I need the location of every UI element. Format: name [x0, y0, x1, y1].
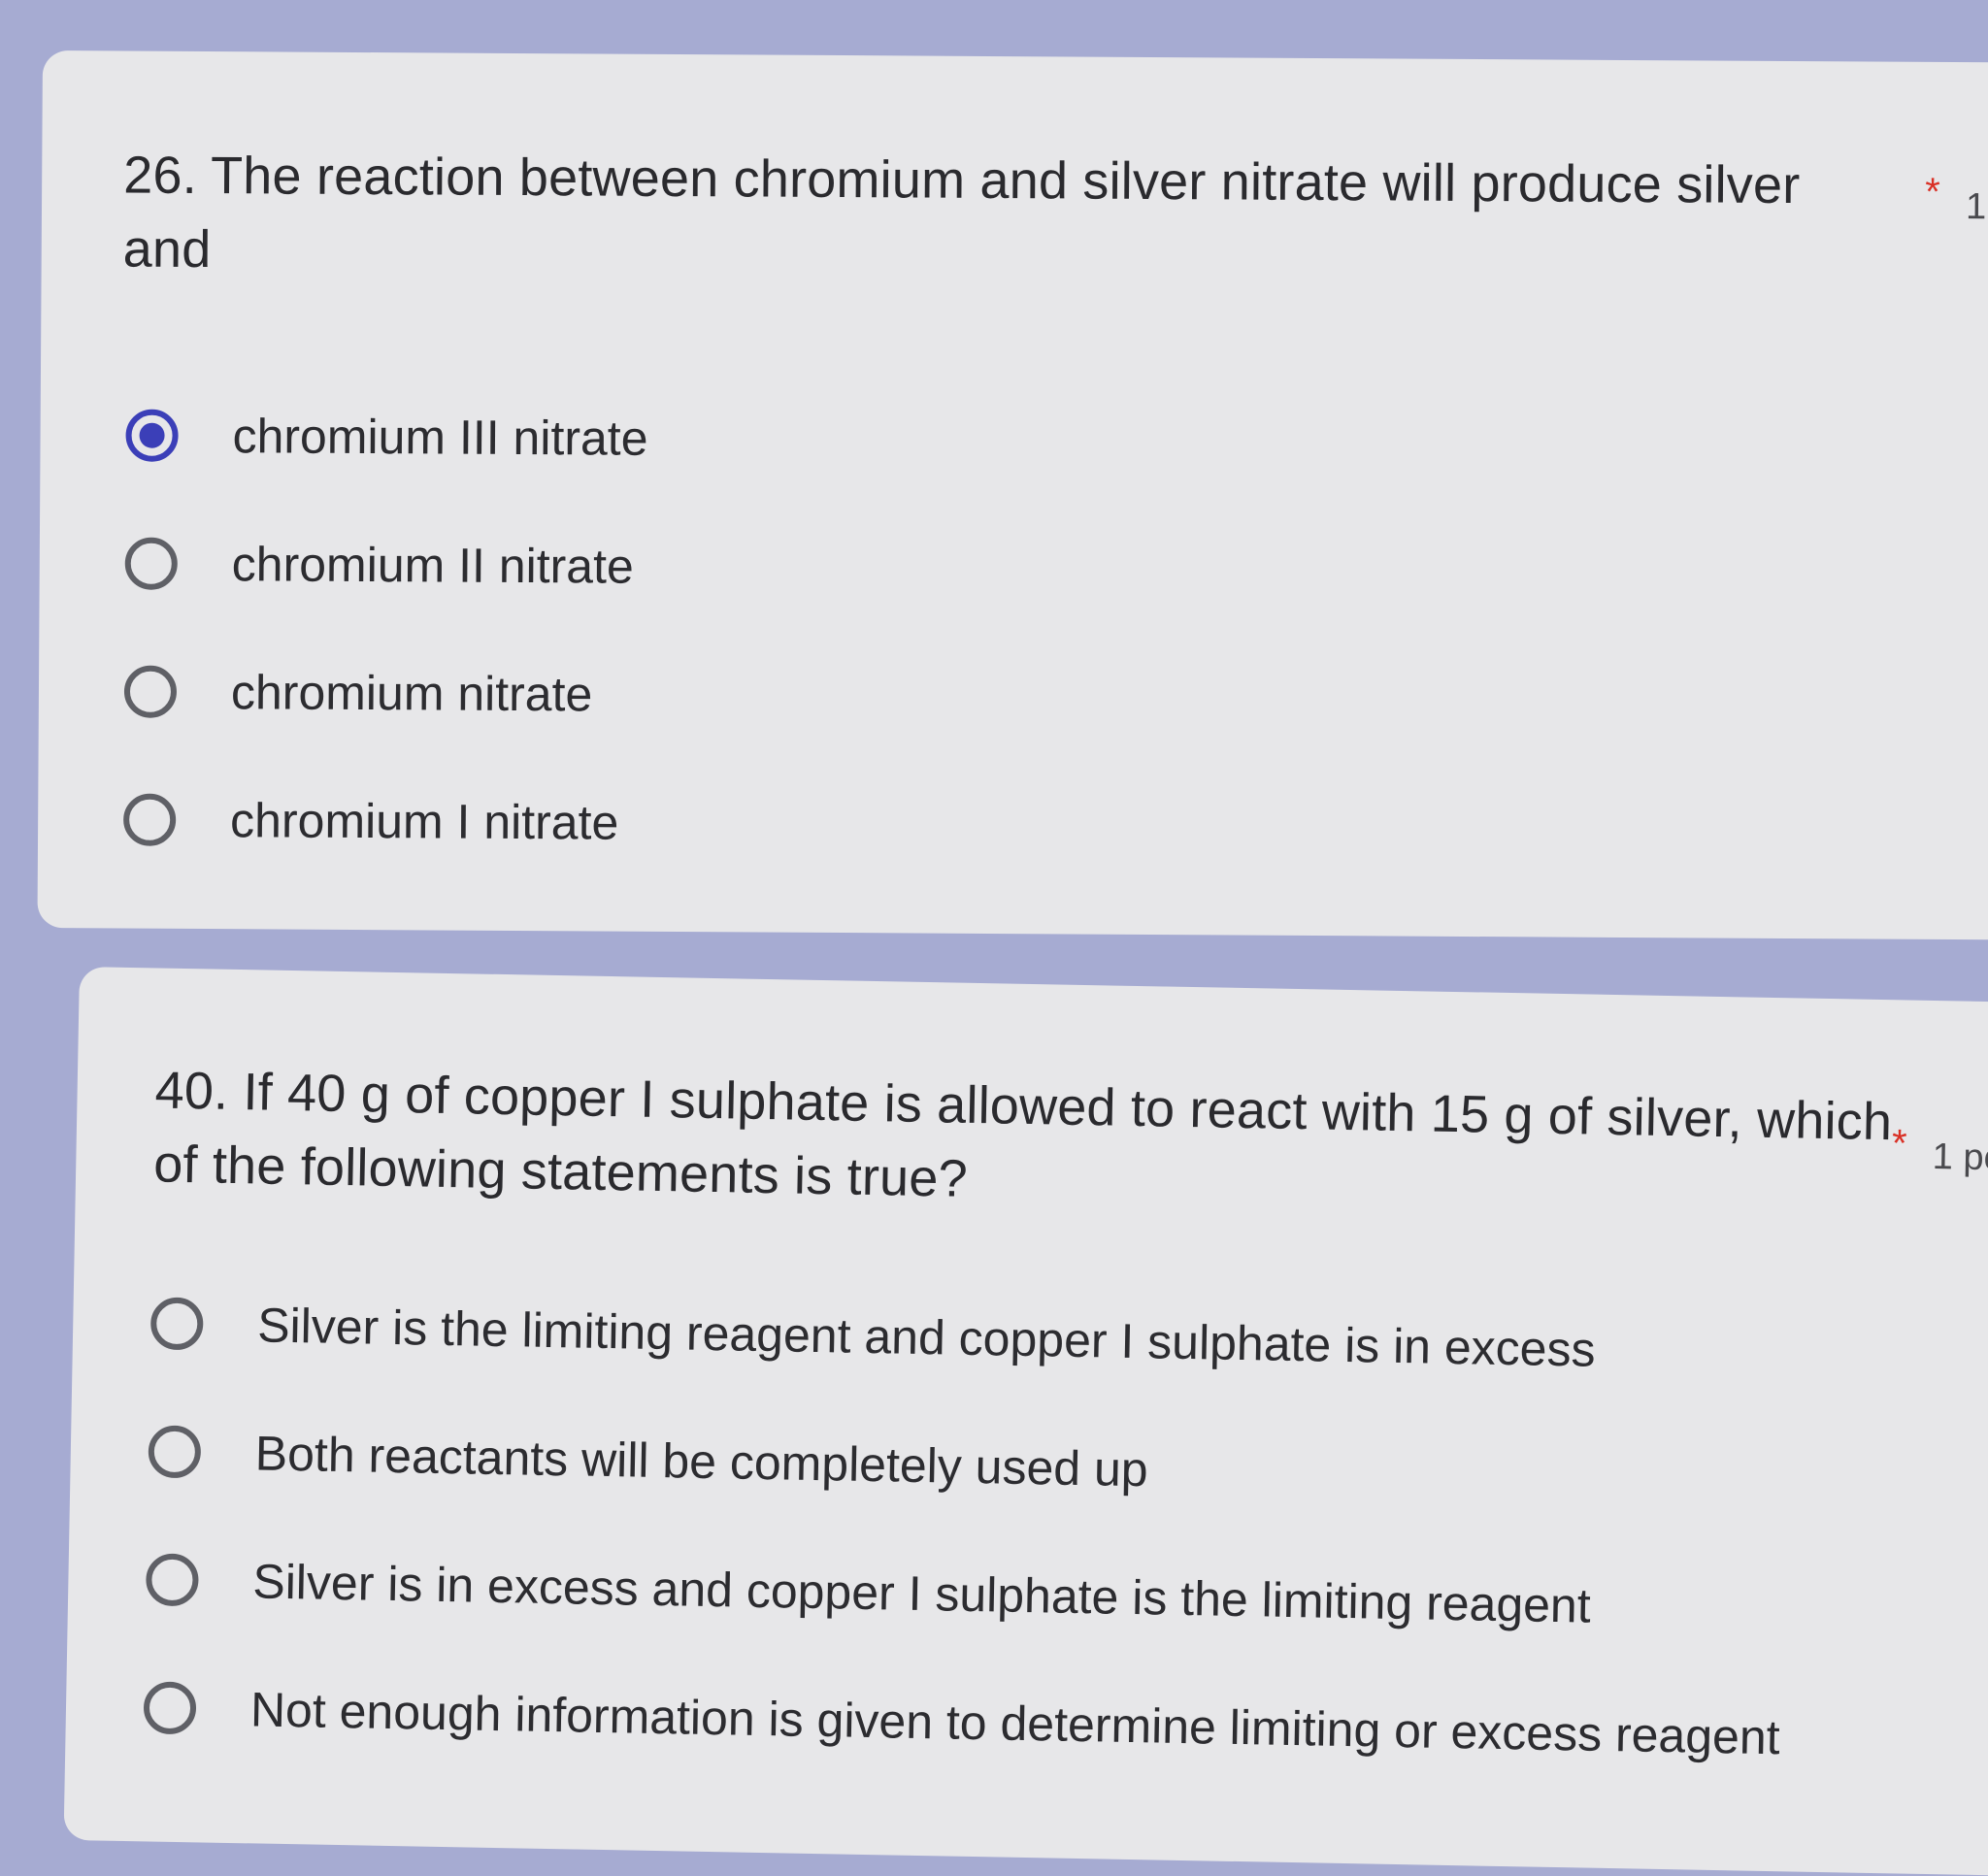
- option-label: chromium II nitrate: [231, 537, 634, 594]
- radio-button[interactable]: [145, 1553, 199, 1607]
- option-label: Silver is in excess and copper I sulphat…: [251, 1554, 1592, 1633]
- radio-group: Silver is the limiting reagent and coppe…: [143, 1259, 1788, 1801]
- option-label: Both reactants will be completely used u…: [254, 1426, 1149, 1498]
- question-card-26: 26. The reaction between chromium and si…: [37, 50, 1988, 940]
- question-card-40: 40. If 40 g of copper I sulphate is allo…: [63, 967, 1988, 1876]
- option-label: Silver is the limiting reagent and coppe…: [256, 1298, 1597, 1377]
- radio-button-selected[interactable]: [125, 409, 179, 462]
- radio-button[interactable]: [143, 1681, 197, 1735]
- radio-button[interactable]: [122, 793, 177, 846]
- radio-button[interactable]: [123, 665, 178, 718]
- radio-option[interactable]: chromium nitrate: [123, 628, 647, 759]
- points-label: 1 po: [1932, 1136, 1988, 1179]
- required-asterisk: *: [1891, 1122, 1907, 1166]
- question-title: 26. The reaction between chromium and si…: [122, 146, 1801, 280]
- question-title: 40. If 40 g of copper I sulphate is allo…: [152, 1061, 1893, 1208]
- points-label: 1: [1965, 186, 1987, 228]
- radio-button[interactable]: [124, 537, 178, 590]
- radio-option[interactable]: chromium III nitrate: [125, 372, 648, 503]
- radio-button[interactable]: [149, 1297, 204, 1351]
- option-label: chromium nitrate: [230, 665, 593, 722]
- option-label: Not enough information is given to deter…: [249, 1682, 1781, 1765]
- option-label: chromium III nitrate: [232, 409, 648, 466]
- radio-group: chromium III nitrate chromium II nitrate…: [122, 372, 648, 887]
- radio-option[interactable]: chromium II nitrate: [124, 500, 647, 631]
- required-asterisk: *: [1925, 170, 1940, 214]
- radio-option[interactable]: chromium I nitrate: [122, 756, 646, 887]
- option-label: chromium I nitrate: [229, 793, 619, 850]
- radio-button[interactable]: [148, 1425, 202, 1479]
